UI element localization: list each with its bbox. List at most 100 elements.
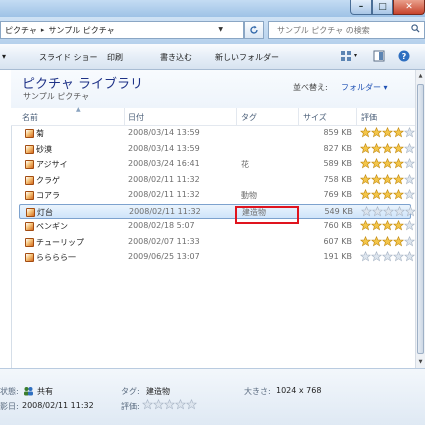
file-rating[interactable] (360, 189, 415, 200)
column-divider[interactable] (236, 108, 237, 125)
burn-button[interactable]: 書き込む (160, 52, 192, 63)
rating-star-icon[interactable] (360, 158, 371, 169)
rating-star-icon[interactable] (382, 173, 393, 185)
rating-star-icon[interactable] (404, 173, 415, 185)
search-icon[interactable] (411, 24, 420, 33)
close-button[interactable]: ✕ (393, 0, 425, 15)
rating-star-icon[interactable] (371, 142, 382, 154)
file-name[interactable]: アジサイ (36, 159, 68, 170)
view-dropdown-icon[interactable]: ▾ (354, 52, 357, 59)
file-rating[interactable] (360, 127, 415, 138)
rating-star-icon[interactable] (361, 205, 372, 217)
breadcrumb-pictures[interactable]: ピクチャ (1, 25, 37, 36)
rating-star-icon[interactable] (360, 142, 371, 154)
rating-star-icon[interactable] (393, 158, 404, 169)
rating-star-icon[interactable] (404, 127, 415, 138)
file-name[interactable]: 砂漠 (36, 144, 52, 155)
file-rating[interactable] (360, 142, 415, 154)
arrange-by-dropdown[interactable]: フォルダー ▾ (341, 82, 388, 93)
file-row[interactable]: 砂漠 2008/03/14 13:59 827 KB (19, 142, 415, 157)
file-rating[interactable] (361, 205, 416, 217)
file-rating[interactable] (360, 173, 415, 185)
scroll-thumb[interactable] (417, 84, 424, 354)
slideshow-button[interactable]: スライド ショー (39, 52, 98, 63)
rating-star-icon[interactable] (360, 235, 371, 247)
rating-star-icon[interactable] (360, 127, 371, 138)
detail-rating-star-icon[interactable] (142, 399, 153, 410)
rating-star-icon[interactable] (382, 158, 393, 169)
file-name[interactable]: らららら一 (36, 252, 76, 263)
file-rating[interactable] (360, 158, 415, 169)
file-tag[interactable]: 花 (241, 159, 249, 170)
rating-star-icon[interactable] (360, 251, 371, 262)
rating-star-icon[interactable] (371, 173, 382, 185)
new-folder-button[interactable]: 新しいフォルダー (215, 52, 279, 63)
rating-star-icon[interactable] (371, 235, 382, 247)
scroll-down-icon[interactable]: ▼ (416, 356, 425, 368)
file-name[interactable]: クラゲ (36, 175, 60, 186)
rating-star-icon[interactable] (382, 235, 393, 247)
help-icon[interactable]: ? (398, 50, 410, 62)
rating-star-icon[interactable] (371, 251, 382, 262)
file-name[interactable]: ペンギン (36, 221, 68, 232)
column-header-tag[interactable]: タグ (241, 112, 257, 123)
rating-star-icon[interactable] (404, 235, 415, 247)
file-row[interactable]: アジサイ 2008/03/24 16:41 花 589 KB (19, 157, 415, 172)
rating-star-icon[interactable] (393, 127, 404, 138)
rating-star-icon[interactable] (393, 173, 404, 185)
file-row[interactable]: コアラ 2008/02/11 11:32 動物 769 KB (19, 188, 415, 203)
column-divider[interactable] (298, 108, 299, 125)
address-dropdown-icon[interactable]: ▼ (218, 26, 223, 33)
column-header-size[interactable]: サイズ (303, 112, 327, 123)
rating-star-icon[interactable] (393, 251, 404, 262)
file-row[interactable]: チューリップ 2008/02/07 11:33 607 KB (19, 235, 415, 250)
address-bar[interactable]: ピクチャ ▸ サンプル ピクチャ ▼ (0, 21, 244, 39)
minimize-button[interactable]: – (350, 0, 372, 15)
detail-rating-star-icon[interactable] (164, 399, 175, 410)
rating-star-icon[interactable] (404, 158, 415, 169)
maximize-button[interactable]: □ (372, 0, 393, 15)
rating-star-icon[interactable] (404, 220, 415, 231)
rating-star-icon[interactable] (382, 251, 393, 262)
rating-star-icon[interactable] (382, 142, 393, 154)
rating-star-icon[interactable] (394, 205, 405, 217)
rating-star-icon[interactable] (382, 220, 393, 231)
breadcrumb-sample-pictures[interactable]: サンプル ピクチャ (48, 25, 114, 36)
refresh-button[interactable] (244, 21, 264, 39)
detail-rating-star-icon[interactable] (153, 399, 164, 410)
rating-star-icon[interactable] (371, 220, 382, 231)
detail-rating-stars[interactable] (142, 399, 197, 410)
rating-star-icon[interactable] (371, 189, 382, 200)
detail-rating-star-icon[interactable] (175, 399, 186, 410)
file-row[interactable]: 菊 2008/03/14 13:59 859 KB (19, 126, 415, 141)
preview-pane-icon[interactable] (373, 50, 385, 62)
column-header-rating[interactable]: 評価 (361, 112, 377, 123)
vertical-scrollbar[interactable]: ▲ ▼ (415, 70, 425, 368)
rating-star-icon[interactable] (372, 205, 383, 217)
detail-rating-star-icon[interactable] (186, 399, 197, 410)
column-divider[interactable] (356, 108, 357, 125)
rating-star-icon[interactable] (383, 205, 394, 217)
file-rating[interactable] (360, 235, 415, 247)
rating-star-icon[interactable] (371, 158, 382, 169)
print-button[interactable]: 印刷 (107, 52, 123, 63)
file-row[interactable]: クラゲ 2008/02/11 11:32 758 KB (19, 173, 415, 188)
view-options-icon[interactable] (340, 50, 352, 62)
rating-star-icon[interactable] (360, 173, 371, 185)
file-name[interactable]: コアラ (36, 190, 60, 201)
file-row[interactable]: らららら一 2009/06/25 13:07 191 KB (19, 250, 415, 265)
rating-star-icon[interactable] (371, 127, 382, 138)
tag-value[interactable]: 建造物 (146, 386, 170, 397)
rating-star-icon[interactable] (382, 189, 393, 200)
column-header-name[interactable]: 名前 (22, 112, 38, 123)
search-input[interactable] (269, 22, 407, 38)
rating-star-icon[interactable] (382, 127, 393, 138)
rating-star-icon[interactable] (404, 251, 415, 262)
file-row[interactable]: 灯台 2008/02/11 11:32 建造物 549 KB (19, 203, 416, 219)
organize-dropdown-icon[interactable]: ▾ (2, 52, 6, 61)
file-name[interactable]: チューリップ (36, 237, 84, 248)
rating-star-icon[interactable] (393, 220, 404, 231)
column-header-date[interactable]: 日付 (128, 112, 144, 123)
scroll-up-icon[interactable]: ▲ (416, 70, 425, 82)
file-row[interactable]: ペンギン 2008/02/18 5:07 760 KB (19, 219, 415, 234)
